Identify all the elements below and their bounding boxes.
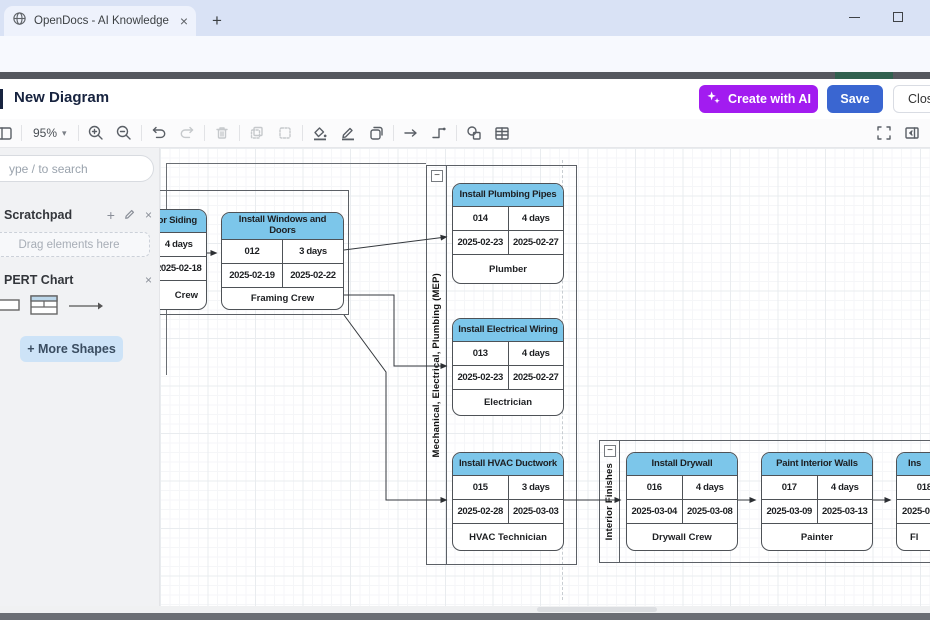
- zoom-out-icon[interactable]: [110, 121, 138, 145]
- pert-node-next-cut[interactable]: Ins 018 2025-0 Fl: [896, 452, 930, 551]
- connector-shape-thumb[interactable]: [68, 298, 104, 316]
- redo-icon[interactable]: [173, 121, 201, 145]
- zoom-level-value: 95%: [33, 126, 57, 140]
- container-outline-horizontal: [166, 163, 426, 164]
- interior-finishes-lane-label: Interior Finishes: [604, 463, 615, 540]
- paste-icon[interactable]: [271, 121, 299, 145]
- fill-color-icon[interactable]: [306, 121, 334, 145]
- close-button[interactable]: Close: [893, 85, 930, 113]
- rectangle-shape-thumb[interactable]: [0, 298, 20, 317]
- app-header: New Diagram Create with AI Save Close: [0, 79, 930, 119]
- new-tab-button[interactable]: +: [204, 8, 230, 34]
- window-bottom-bar: [0, 613, 930, 620]
- scratchpad-add-icon[interactable]: +: [107, 207, 115, 223]
- mep-collapse-button[interactable]: −: [431, 170, 443, 182]
- table-icon[interactable]: [488, 121, 516, 145]
- browser-urlbar-row: ai-toolbox.visual-paradigm.com/app/opend…: [0, 36, 930, 72]
- chevron-down-icon: ▾: [62, 128, 67, 139]
- pert-node-siding[interactable]: or Siding 4 days 2025-02-18 Crew: [160, 209, 207, 310]
- horizontal-scrollbar-thumb[interactable]: [537, 607, 657, 612]
- interior-finishes-collapse-button[interactable]: −: [604, 445, 616, 457]
- format-copier-icon[interactable]: [362, 121, 390, 145]
- window-minimize-button[interactable]: [832, 0, 876, 34]
- app-window: OpenDocs - AI Knowledge Base × + ai-tool…: [0, 0, 930, 620]
- pert-palette-title: PERT Chart: [4, 273, 73, 287]
- pert-node-electrical[interactable]: Install Electrical Wiring 0134 days 2025…: [452, 318, 564, 416]
- mep-lane-label: Mechanical, Electrical, Plumbing (MEP): [431, 273, 442, 457]
- shapes-sidebar: Scratchpad + × Drag elements here PERT C…: [0, 148, 160, 606]
- search-input[interactable]: [0, 155, 154, 182]
- line-color-icon[interactable]: [334, 121, 362, 145]
- globe-favicon-icon: [12, 11, 27, 31]
- pert-node-plumbing[interactable]: Install Plumbing Pipes 0144 days 2025-02…: [452, 183, 564, 284]
- scratchpad-edit-icon[interactable]: [124, 208, 136, 223]
- scratchpad-drop-area[interactable]: Drag elements here: [0, 232, 150, 257]
- pert-node-paint[interactable]: Paint Interior Walls 0174 days 2025-03-0…: [761, 452, 873, 551]
- zoom-in-icon[interactable]: [82, 121, 110, 145]
- pert-node-shape-thumb[interactable]: [30, 295, 58, 320]
- doc-icon: [0, 89, 3, 109]
- window-maximize-button[interactable]: [876, 0, 920, 34]
- panel-toggle-icon[interactable]: [898, 121, 926, 145]
- arrow-connector-icon[interactable]: [397, 121, 425, 145]
- zoom-level-select[interactable]: 95% ▾: [25, 126, 75, 140]
- save-button[interactable]: Save: [827, 85, 883, 113]
- fit-screen-icon[interactable]: [870, 121, 898, 145]
- pert-node-drywall[interactable]: Install Drywall 0164 days 2025-03-042025…: [626, 452, 738, 551]
- pert-palette-close-icon[interactable]: ×: [145, 273, 152, 287]
- delete-icon[interactable]: [208, 121, 236, 145]
- undo-icon[interactable]: [145, 121, 173, 145]
- sidebar-toggle-icon[interactable]: [0, 121, 18, 145]
- elbow-connector-icon[interactable]: [425, 121, 453, 145]
- window-divider-strip: [0, 72, 930, 79]
- browser-tabstrip: OpenDocs - AI Knowledge Base × +: [0, 0, 930, 36]
- pert-shape-palette: [0, 295, 160, 319]
- scratchpad-close-icon[interactable]: ×: [145, 208, 152, 222]
- editor-toolbar: 95% ▾: [0, 119, 930, 148]
- create-with-ai-button[interactable]: Create with AI: [699, 85, 818, 113]
- horizontal-scrollbar[interactable]: [0, 606, 930, 613]
- pert-node-windows-doors[interactable]: Install Windows and Doors 0123 days 2025…: [221, 212, 344, 310]
- pert-node-hvac[interactable]: Install HVAC Ductwork 0153 days 2025-02-…: [452, 452, 564, 551]
- interior-finishes-lane-header: Interior Finishes: [600, 441, 620, 562]
- diagram-canvas[interactable]: Mechanical, Electrical, Plumbing (MEP) −…: [160, 148, 930, 606]
- scratchpad-title: Scratchpad: [4, 208, 72, 222]
- copy-icon[interactable]: [243, 121, 271, 145]
- mep-lane-header: Mechanical, Electrical, Plumbing (MEP): [427, 166, 447, 564]
- tab-title: OpenDocs - AI Knowledge Base: [34, 15, 173, 27]
- diagram-title: New Diagram: [14, 89, 109, 106]
- shape-picker-icon[interactable]: [460, 121, 488, 145]
- browser-tab[interactable]: OpenDocs - AI Knowledge Base ×: [4, 6, 196, 36]
- more-shapes-button[interactable]: + More Shapes: [20, 336, 123, 362]
- tab-close-icon[interactable]: ×: [180, 14, 188, 28]
- sparkle-icon: [706, 90, 721, 108]
